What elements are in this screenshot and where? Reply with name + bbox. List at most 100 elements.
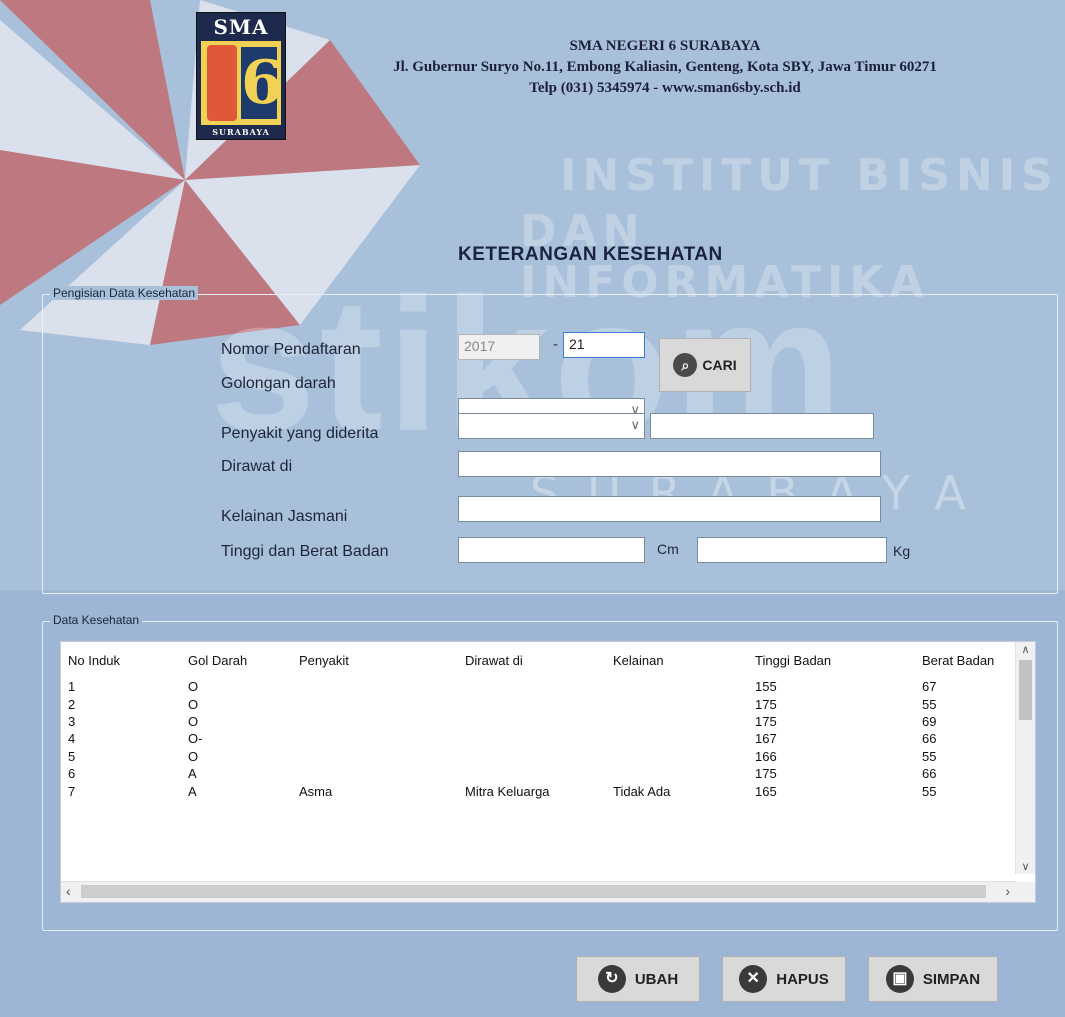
scrollbar-thumb[interactable] (1019, 660, 1032, 720)
data-grid[interactable]: No Induk Gol Darah Penyakit Dirawat di K… (60, 641, 1036, 903)
cell (606, 748, 748, 765)
cell (458, 678, 606, 695)
unit-cm: Cm (657, 541, 679, 557)
cell (458, 695, 606, 713)
cell (606, 730, 748, 748)
search-icon: ⌕ (673, 353, 698, 377)
cell: 55 (922, 783, 937, 799)
refresh-icon: ↻ (597, 965, 626, 993)
scrollbar-thumb[interactable] (81, 885, 986, 898)
cell (606, 764, 748, 783)
cell (458, 730, 606, 748)
unit-kg: Kg (893, 543, 911, 559)
ubah-button-label: UBAH (634, 970, 679, 988)
table-row[interactable]: 2 O 175 55 (61, 695, 1022, 713)
cari-button[interactable]: ⌕ CARI (659, 338, 751, 392)
cell: 5 (68, 748, 76, 764)
label-kelainan: Kelainan Jasmani (221, 508, 348, 525)
cell (458, 748, 606, 765)
cell: 55 (922, 748, 937, 764)
chevron-right-icon[interactable]: › (1005, 883, 1010, 899)
cell: 165 (755, 783, 777, 799)
cari-button-label: CARI (702, 357, 737, 373)
cell: 6 (61, 764, 181, 783)
cell: 66 (915, 730, 1022, 748)
cell: 155 (755, 679, 777, 695)
table-row[interactable]: 1 O 155 67 (61, 678, 1022, 695)
cell: O (181, 695, 292, 713)
cell: 175 (755, 713, 777, 729)
cell: O (188, 679, 199, 695)
cell (292, 748, 458, 765)
cell: 2 (61, 695, 181, 713)
school-address: Jl. Gubernur Suryo No.11, Embong Kaliasi… (393, 59, 937, 75)
tinggi-badan-input[interactable] (458, 537, 645, 563)
table-row[interactable]: 6 A 175 66 (61, 764, 1022, 783)
cell: 66 (915, 764, 1022, 783)
cell: O (188, 748, 199, 764)
cell: 4 (61, 730, 181, 748)
column-header[interactable]: No Induk (61, 642, 181, 678)
school-contact: Telp (031) 5345974 - www.sman6sby.sch.id (529, 80, 801, 96)
close-icon: ✕ (739, 965, 768, 993)
data-group-label: Data Kesehatan (50, 613, 143, 627)
form-group-label: Pengisian Data Kesehatan (50, 286, 199, 300)
column-header[interactable]: Dirawat di (458, 642, 606, 678)
cell: A (188, 783, 197, 799)
nomor-pendaftaran-input[interactable]: 21 (563, 332, 645, 358)
school-header: SMA NEGERI 6 SURABAYA Jl. Gubernur Suryo… (285, 36, 1045, 99)
cell (458, 713, 606, 730)
table-row[interactable]: 4 O- 167 66 (61, 730, 1022, 748)
cell: 7 (68, 783, 76, 799)
logo-number: 6 (241, 47, 283, 119)
cell (606, 713, 748, 730)
cell: 175 (748, 764, 915, 783)
column-header[interactable]: Berat Badan (915, 642, 1022, 678)
watermark-institut: INSTITUT BISNIS (560, 150, 1059, 201)
year-field[interactable]: 2017 (458, 334, 540, 360)
chevron-down-icon[interactable]: ∨ (1016, 860, 1035, 873)
label-golongan-darah: Golongan darah (221, 375, 336, 392)
cell: 67 (922, 679, 937, 695)
cell: Asma (299, 783, 333, 799)
cell (292, 695, 458, 713)
table-row[interactable]: 5 O 166 55 (61, 748, 1022, 765)
label-nomor-pendaftaran: Nomor Pendaftaran (221, 341, 361, 358)
cell: 167 (748, 730, 915, 748)
school-name: SMA NEGERI 6 SURABAYA (569, 38, 761, 54)
penyakit-select[interactable]: ∨ (458, 413, 645, 439)
vertical-scrollbar[interactable]: ∧ ∨ (1015, 642, 1035, 874)
cell (292, 713, 458, 730)
kelainan-input[interactable] (458, 496, 881, 522)
table-row[interactable]: 7 A Asma Mitra Keluarga Tidak Ada 165 55 (61, 782, 1022, 799)
cell: 1 (68, 679, 76, 695)
logo-sma-text: SMA (213, 15, 269, 39)
column-header[interactable]: Penyakit (292, 642, 458, 678)
cell: 69 (922, 713, 937, 729)
dirawat-input[interactable] (458, 451, 881, 477)
horizontal-scrollbar[interactable]: ‹ › (61, 881, 1016, 902)
chevron-up-icon[interactable]: ∧ (1016, 643, 1035, 656)
hapus-button-label: HAPUS (776, 970, 829, 988)
cell: A (181, 764, 292, 783)
torch-icon (207, 45, 237, 121)
school-logo: SMA 6 SURABAYA (196, 12, 286, 140)
chevron-down-icon[interactable]: ∨ (630, 417, 640, 433)
hapus-button[interactable]: ✕ HAPUS (722, 956, 846, 1002)
logo-city-text: SURABAYA (212, 127, 270, 137)
ubah-button[interactable]: ↻ UBAH (576, 956, 700, 1002)
table-header-row: No Induk Gol Darah Penyakit Dirawat di K… (61, 642, 1022, 678)
cell (606, 678, 748, 695)
column-header[interactable]: Gol Darah (181, 642, 292, 678)
cell: 3 (68, 713, 76, 729)
berat-badan-input[interactable] (697, 537, 887, 563)
cell (292, 730, 458, 748)
chevron-left-icon[interactable]: ‹ (66, 883, 71, 899)
penyakit-text-input[interactable] (650, 413, 874, 439)
page-title: KETERANGAN KESEHATAN (458, 244, 723, 265)
column-header[interactable]: Tinggi Badan (748, 642, 915, 678)
cell (292, 764, 458, 783)
column-header[interactable]: Kelainan (606, 642, 748, 678)
simpan-button[interactable]: ▣ SIMPAN (868, 956, 998, 1002)
table-row[interactable]: 3 O 175 69 (61, 713, 1022, 730)
